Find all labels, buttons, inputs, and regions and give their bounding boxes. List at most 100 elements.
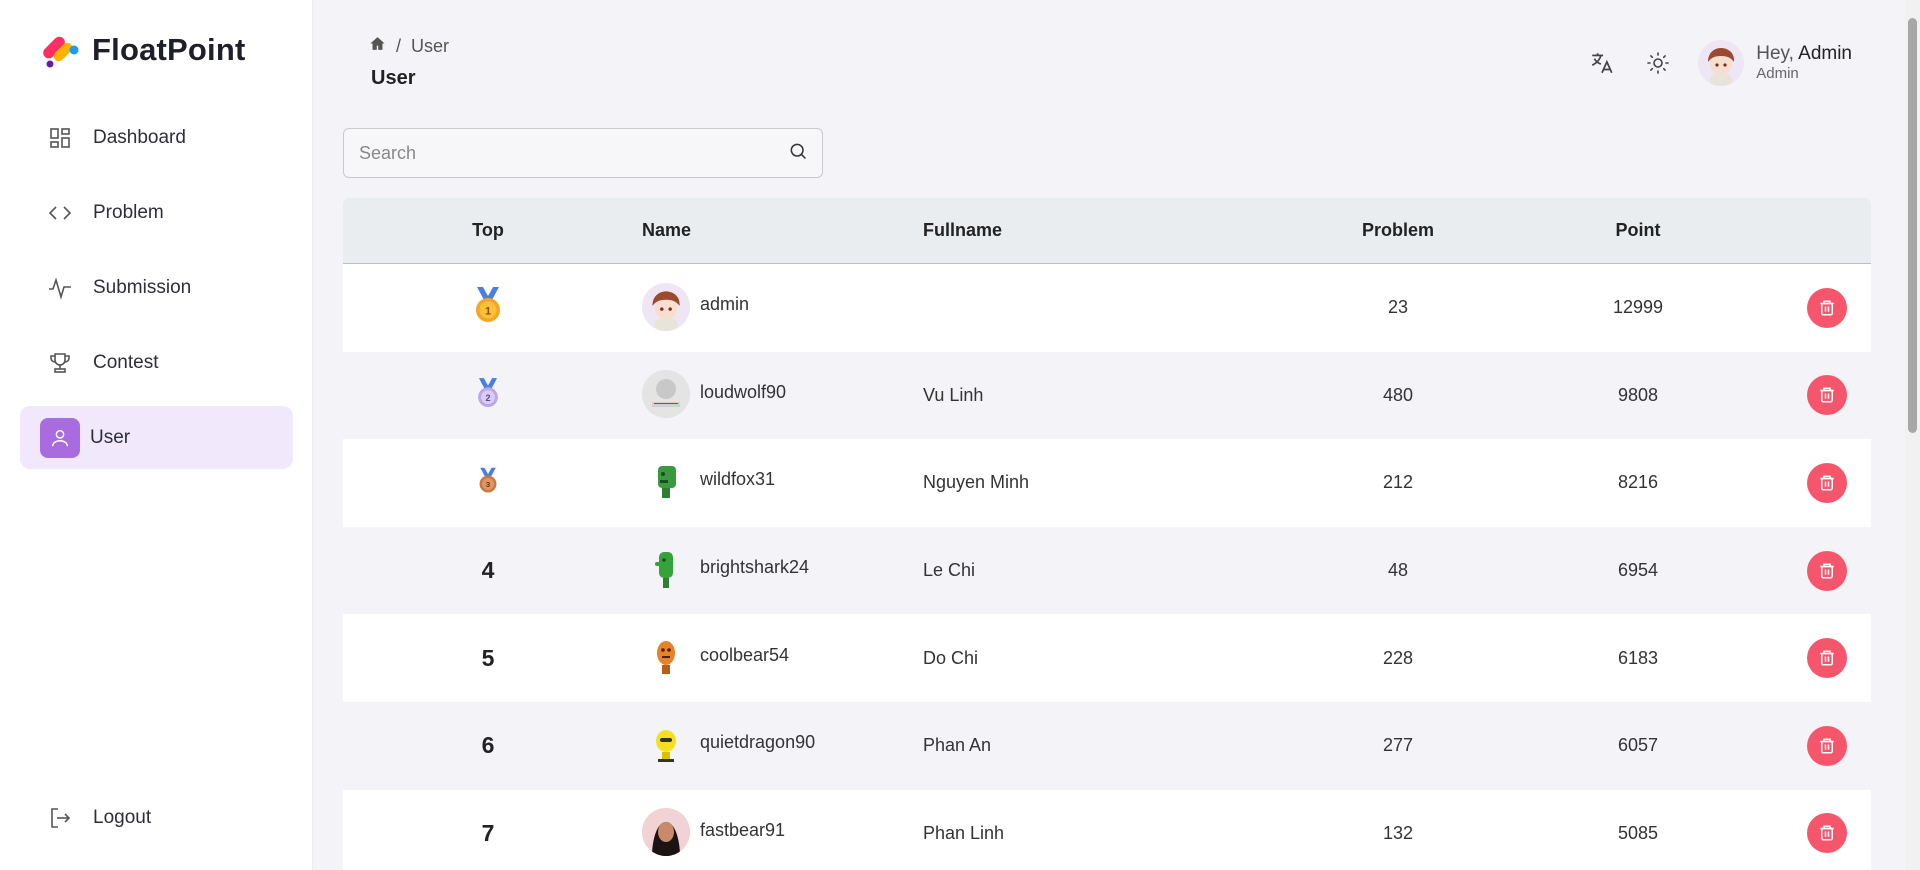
action-cell (1783, 725, 1871, 766)
rank-cell: 3 (343, 466, 633, 500)
rank-number: 5 (481, 644, 495, 671)
page-scrollbar[interactable] (1905, 0, 1920, 870)
point-cell: 12999 (1612, 297, 1664, 318)
problem-cell: 480 (1382, 384, 1414, 405)
name-cell: quietdragon90 (633, 723, 923, 769)
username-link[interactable]: fastbear91 (700, 820, 785, 841)
header-username: Admin (1798, 42, 1852, 64)
delete-button[interactable] (1807, 725, 1847, 766)
username-link[interactable]: quietdragon90 (700, 732, 815, 753)
fullname-cell: Do Chi (923, 647, 979, 668)
home-icon[interactable] (369, 35, 386, 57)
problem-cell: 228 (1382, 647, 1414, 668)
rank-cell: 4 (343, 557, 633, 584)
trash-icon (1820, 738, 1834, 754)
column-header-top[interactable]: Top (343, 220, 633, 241)
sidebar-item-user[interactable]: User (20, 406, 293, 469)
problem-cell: 277 (1382, 735, 1414, 756)
sidebar-item-dashboard[interactable]: Dashboard (20, 106, 293, 169)
action-cell (1783, 550, 1871, 591)
problem-cell: 23 (1387, 297, 1409, 318)
rank-number: 4 (481, 557, 495, 584)
breadcrumb: / User (369, 35, 449, 57)
app-logo[interactable]: FloatPoint (38, 28, 246, 72)
sidebar-item-submission[interactable]: Submission (20, 256, 293, 319)
avatar[interactable] (642, 370, 690, 419)
problem-cell: 132 (1382, 822, 1414, 843)
column-header-fullname[interactable]: Fullname (923, 220, 1303, 241)
column-header-name[interactable]: Name (633, 220, 923, 241)
username-link[interactable]: admin (700, 294, 749, 315)
column-header-point[interactable]: Point (1493, 220, 1783, 241)
rank-number: 7 (481, 819, 495, 846)
username-link[interactable]: brightshark24 (700, 557, 809, 578)
translate-icon[interactable] (1584, 45, 1620, 81)
user-table: Top Name Fullname Problem Point 1 admin … (343, 198, 1871, 870)
bronze-medal-icon: 3 (479, 467, 497, 493)
app-name: FloatPoint (92, 32, 246, 67)
avatar[interactable] (642, 721, 690, 769)
username-link[interactable]: coolbear54 (700, 645, 789, 666)
avatar[interactable] (642, 457, 690, 506)
sidebar-item-contest[interactable]: Contest (20, 331, 293, 394)
delete-button[interactable] (1807, 638, 1847, 679)
column-header-problem[interactable]: Problem (1303, 220, 1493, 241)
delete-button[interactable] (1807, 375, 1847, 416)
action-cell (1783, 375, 1871, 416)
theme-toggle-icon[interactable] (1640, 45, 1676, 81)
avatar[interactable] (1698, 40, 1745, 86)
delete-button[interactable] (1807, 287, 1847, 328)
search-icon[interactable] (788, 141, 808, 166)
avatar[interactable] (642, 633, 690, 682)
header-actions: Hey, Admin Admin (1564, 40, 1852, 86)
delete-button[interactable] (1807, 550, 1847, 591)
point-cell: 6183 (1617, 647, 1659, 668)
svg-text:2: 2 (485, 393, 490, 403)
avatar[interactable] (642, 282, 690, 331)
user-info: Hey, Admin Admin (1756, 43, 1852, 84)
activity-icon (47, 275, 73, 301)
fullname-cell: Nguyen Minh (923, 472, 1030, 493)
avatar[interactable] (642, 546, 690, 594)
sidebar-item-label: Dashboard (93, 126, 186, 148)
action-cell (1783, 462, 1871, 503)
logout-label: Logout (93, 806, 152, 828)
logout-button[interactable]: Logout (20, 786, 293, 849)
silver-medal-icon: 2 (478, 378, 498, 407)
scrollbar-thumb[interactable] (1908, 18, 1917, 433)
name-cell: brightshark24 (633, 548, 923, 594)
user-role: Admin (1756, 65, 1799, 83)
point-cell: 6057 (1617, 735, 1659, 756)
delete-button[interactable] (1807, 462, 1847, 503)
table-row: 6 quietdragon90 Phan An 277 6057 (343, 701, 1871, 790)
trash-icon (1820, 650, 1834, 666)
logout-icon (47, 805, 73, 831)
action-cell (1783, 638, 1871, 679)
rank-cell: 2 (343, 376, 633, 415)
gold-medal-icon: 1 (476, 287, 500, 323)
username-link[interactable]: loudwolf90 (700, 382, 786, 403)
fullname-cell: Vu Linh (923, 384, 984, 405)
username-link[interactable]: wildfox31 (700, 469, 775, 490)
search-box (343, 128, 823, 178)
rank-cell: 1 (343, 285, 633, 330)
problem-cell: 212 (1382, 472, 1414, 493)
avatar[interactable] (642, 808, 690, 857)
sidebar-item-problem[interactable]: Problem (20, 181, 293, 244)
table-row: 5 coolbear54 Do Chi 228 6183 (343, 614, 1871, 702)
logo-icon (43, 36, 79, 68)
delete-button[interactable] (1807, 813, 1847, 854)
trash-icon (1820, 475, 1834, 491)
sidebar-item-label: Submission (93, 276, 192, 298)
search-input[interactable] (359, 142, 788, 164)
fullname-cell: Le Chi (923, 560, 976, 581)
greeting: Hey, Admin (1756, 43, 1852, 66)
table-row: 4 brightshark24 Le Chi 48 6954 (343, 526, 1871, 615)
dashboard-icon (47, 125, 73, 151)
svg-text:1: 1 (485, 306, 491, 318)
sidebar-item-label: Problem (93, 201, 164, 223)
table-row: 3 wildfox31 Nguyen Minh 212 8216 (343, 439, 1871, 527)
greeting-text: Hey, (1756, 42, 1794, 64)
sidebar-nav: Dashboard Problem Submission Contest Use… (20, 106, 293, 481)
action-cell (1783, 287, 1871, 328)
